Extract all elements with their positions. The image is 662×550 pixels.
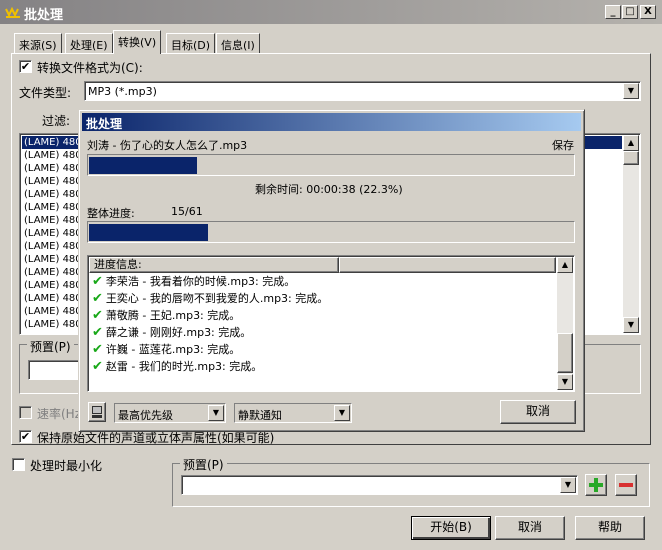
help-button[interactable]: 帮助 [575,516,645,540]
filter-label: 过滤: [42,114,71,128]
file-type-value: MP3 (*.mp3) [88,85,157,98]
list-item[interactable]: (LAME) 480 [22,240,78,253]
priority-select[interactable]: 最高优先级 ▼ [114,403,226,423]
list-item[interactable]: (LAME) 480 [22,253,78,266]
log-item: ✔ 李荣浩 - 我看着你的时候.mp3: 完成。 [92,274,296,289]
log-item: ✔ 王奕心 - 我的唇吻不到我爱的人.mp3: 完成。 [92,291,329,306]
log-scroll-thumb[interactable] [557,333,573,373]
chevron-down-icon[interactable]: ▼ [334,405,350,421]
list-item[interactable]: (LAME) 480 [22,292,78,305]
log-item: ✔ 赵雷 - 我们的时光.mp3: 完成。 [92,359,263,374]
current-file-label: 刘涛 - 伤了心的女人怎么了.mp3 [87,139,248,152]
tab-source[interactable]: 来源(S) [14,33,62,53]
remaining-label: 剩余时间: [255,183,303,196]
convert-format-checkbox[interactable]: ✔ [19,60,32,73]
log-column-header[interactable]: 进度信息: [89,257,339,273]
window-title: 批处理 [24,8,64,23]
list-item[interactable]: (LAME) 480 [22,162,78,175]
add-preset-button[interactable] [585,474,607,496]
progress-cancel-button[interactable]: 取消 [500,400,576,424]
scroll-up-icon[interactable]: ▲ [623,135,639,151]
overall-progress-fill [89,224,208,241]
file-type-label: 文件类型: [19,86,72,100]
preset-label: 预置(P) [27,338,74,355]
scroll-down-icon[interactable]: ▼ [557,374,573,390]
check-icon: ✔ [92,274,103,289]
progress-dialog: 批处理 刘涛 - 伤了心的女人怎么了.mp3 保存 剩余时间: 00:00:38… [78,109,585,432]
minimize-checkbox[interactable] [12,458,25,471]
tab-process[interactable]: 处理(E) [65,33,113,53]
close-button[interactable]: X [640,5,656,19]
tab-target[interactable]: 目标(D) [166,33,216,53]
log-item: ✔ 萧敬腾 - 王妃.mp3: 完成。 [92,308,241,323]
list-item[interactable]: (LAME) 480 [22,266,78,279]
file-progress-fill [89,157,197,174]
bottom-preset-label: 预置(P) [180,456,227,473]
app-logo-icon [5,6,20,18]
remaining-value: 00:00:38 (22.3%) [306,183,403,196]
minimize-button[interactable]: _ [605,5,621,19]
rate-label: 速率(Hz [37,407,82,421]
minimize-label: 处理时最小化 [30,459,103,473]
bottom-preset-select[interactable]: ▼ [181,475,578,495]
log-column-header-2[interactable] [339,257,556,273]
current-status-label: 保存 [552,139,574,152]
format-list-scrollbar[interactable]: ▲ ▼ [623,135,639,333]
progress-dialog-title[interactable]: 批处理 [82,113,581,131]
list-item[interactable]: (LAME) 480 [22,279,78,292]
list-item[interactable]: (LAME) 480 [22,136,78,149]
chevron-down-icon[interactable]: ▼ [560,477,576,493]
overall-label: 整体进度: [87,207,135,220]
list-item[interactable]: (LAME) 480 [22,149,78,162]
chevron-down-icon[interactable]: ▼ [208,405,224,421]
log-item: ✔ 薛之谦 - 刚刚好.mp3: 完成。 [92,325,252,340]
minimize-dialog-button[interactable] [88,402,106,422]
list-item[interactable]: (LAME) 480 [22,188,78,201]
tab-info[interactable]: 信息(I) [216,33,260,53]
check-icon: ✔ [92,325,103,340]
monitor-icon [92,406,102,418]
list-item[interactable]: (LAME) 480 [22,175,78,188]
notify-select[interactable]: 静默通知 ▼ [234,403,352,423]
check-icon: ✔ [92,359,103,374]
scroll-thumb[interactable] [623,151,639,165]
overall-progress-bar [87,221,575,243]
check-icon: ✔ [92,342,103,357]
overall-count: 15/61 [171,205,203,218]
list-item[interactable]: (LAME) 480 [22,305,78,318]
chevron-down-icon[interactable]: ▼ [623,83,639,99]
tab-convert[interactable]: 转换(V) [113,30,162,54]
minus-icon [619,483,633,487]
list-item[interactable]: (LAME) 480 [22,201,78,214]
title-bar[interactable] [0,0,662,24]
scroll-down-icon[interactable]: ▼ [623,317,639,333]
plus-icon [589,478,603,492]
keep-channels-checkbox[interactable]: ✔ [19,430,32,443]
file-type-select[interactable]: MP3 (*.mp3) ▼ [84,81,641,101]
file-progress-bar [87,154,575,176]
list-item[interactable]: (LAME) 480 [22,214,78,227]
preset-groupbox-right [583,344,641,394]
log-item: ✔ 许巍 - 蓝莲花.mp3: 完成。 [92,342,241,357]
progress-log-list[interactable]: 进度信息: ✔ 李荣浩 - 我看着你的时候.mp3: 完成。 ✔ 王奕心 - 我的唇… [87,255,575,392]
remove-preset-button[interactable] [615,474,637,496]
remaining-time: 剩余时间: 00:00:38 (22.3%) [255,181,403,197]
log-scrollbar[interactable]: ▲ ▼ [557,257,573,390]
start-button[interactable]: 开始(B) [411,516,491,540]
check-icon: ✔ [92,291,103,306]
list-item[interactable]: (LAME) 480 [22,227,78,240]
scroll-up-icon[interactable]: ▲ [557,257,573,273]
maximize-button[interactable]: □ [622,5,638,19]
notify-value: 静默通知 [238,409,282,422]
preset-select[interactable] [28,360,84,380]
convert-format-label: 转换文件格式为(C): [37,61,143,75]
priority-value: 最高优先级 [118,409,173,422]
list-item[interactable]: (LAME) 480 [22,318,78,331]
check-icon: ✔ [92,308,103,323]
rate-checkbox[interactable] [19,406,32,419]
cancel-button[interactable]: 取消 [495,516,565,540]
